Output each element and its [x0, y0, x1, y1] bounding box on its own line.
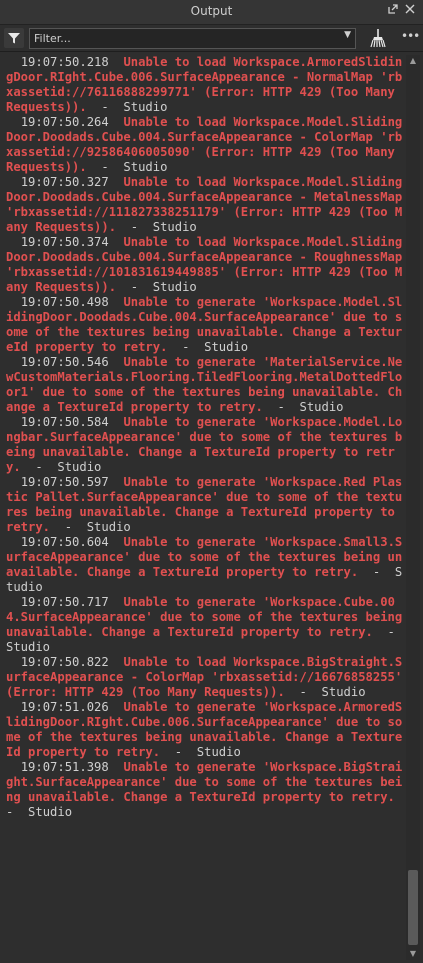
log-source: Studio	[86, 520, 131, 534]
log-timestamp: 19:07:50.327	[20, 175, 109, 189]
log-entry: 19:07:50.584 Unable to generate 'Workspa…	[6, 415, 403, 474]
output-toolbar: ▼ •••	[0, 25, 423, 52]
filter-button[interactable]	[4, 28, 24, 48]
log-entry: 19:07:50.717 Unable to generate 'Workspa…	[0, 595, 404, 655]
log-entry: 19:07:50.498 Unable to generate 'Workspa…	[6, 295, 403, 354]
log-timestamp: 19:07:50.822	[20, 655, 109, 669]
log-timestamp: 19:07:50.717	[20, 595, 109, 609]
log-timestamp: 19:07:50.597	[20, 475, 109, 489]
log-timestamp: 19:07:50.604	[20, 535, 109, 549]
log-source: Studio	[152, 220, 197, 234]
filter-dropdown[interactable]: ▼	[29, 28, 356, 49]
log-source: Studio	[299, 400, 344, 414]
undock-icon[interactable]	[385, 3, 401, 19]
filter-input[interactable]	[34, 30, 329, 46]
scroll-down-arrow-icon[interactable]: ▼	[406, 948, 420, 960]
log-source: Studio	[204, 340, 249, 354]
broom-icon	[370, 29, 386, 48]
filter-icon	[8, 33, 20, 44]
log-timestamp: 19:07:50.218	[20, 55, 109, 69]
clear-output-button[interactable]	[367, 28, 387, 48]
log-source: Studio	[28, 805, 73, 819]
log-timestamp: 19:07:50.264	[20, 115, 109, 129]
scroll-up-arrow-icon[interactable]: ▲	[406, 55, 420, 67]
log-source: Studio	[57, 460, 102, 474]
window-title: Output	[190, 4, 233, 18]
chevron-down-icon[interactable]: ▼	[344, 30, 351, 40]
scroll-thumb[interactable]	[408, 870, 418, 945]
log-entry: 19:07:51.026 Unable to generate 'Workspa…	[6, 700, 403, 759]
vertical-scrollbar[interactable]: ▲ ▼	[406, 55, 420, 960]
title-bar: Output	[0, 0, 423, 25]
log-entry: 19:07:50.822 Unable to load Workspace.Bi…	[0, 655, 404, 700]
log-entry: 19:07:50.374 Unable to load Workspace.Mo…	[0, 235, 404, 295]
log-entry: 19:07:50.264 Unable to load Workspace.Mo…	[6, 115, 403, 174]
more-options-button[interactable]: •••	[401, 29, 420, 47]
log-entry: 19:07:50.597 Unable to generate 'Workspa…	[6, 475, 403, 534]
log-timestamp: 19:07:51.026	[20, 700, 109, 714]
log-source: Studio	[123, 160, 168, 174]
log-source: Studio	[196, 745, 241, 759]
log-entry: 19:07:51.398 Unable to generate 'Workspa…	[6, 760, 403, 819]
log-entry: 19:07:50.546 Unable to generate 'Materia…	[6, 355, 403, 414]
log-entry: 19:07:50.218 Unable to load Workspace.Ar…	[6, 55, 403, 114]
log-source: Studio	[152, 280, 197, 294]
log-timestamp: 19:07:50.546	[20, 355, 109, 369]
log-entry: 19:07:50.327 Unable to load Workspace.Mo…	[0, 175, 404, 235]
log-source: Studio	[123, 100, 168, 114]
log-timestamp: 19:07:51.398	[20, 760, 109, 774]
log-entry: 19:07:50.604 Unable to generate 'Workspa…	[6, 535, 403, 594]
log-source: Studio	[321, 685, 366, 699]
log-source: Studio	[6, 640, 51, 654]
log-timestamp: 19:07:50.584	[20, 415, 109, 429]
close-icon[interactable]	[402, 3, 418, 19]
log-timestamp: 19:07:50.374	[20, 235, 109, 249]
log-timestamp: 19:07:50.498	[20, 295, 109, 309]
output-log[interactable]: 19:07:50.218 Unable to load Workspace.Ar…	[0, 55, 404, 960]
